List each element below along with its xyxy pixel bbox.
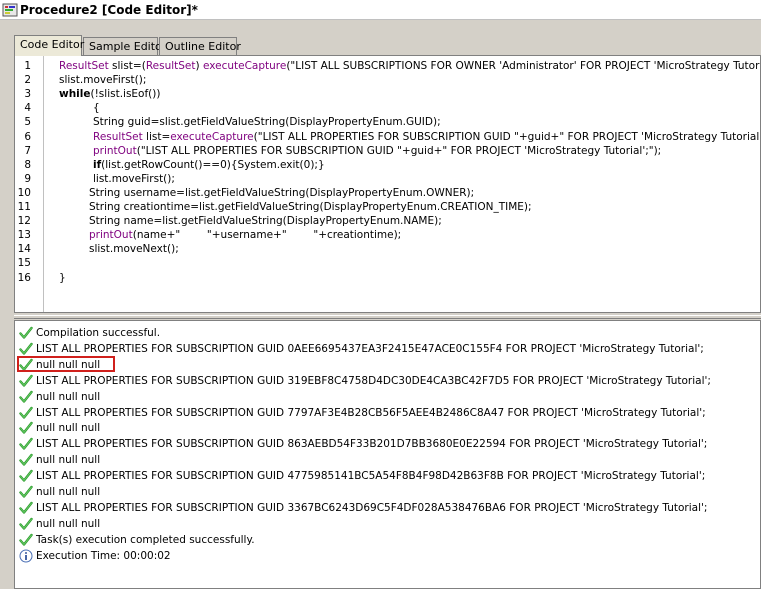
tab-sample-editor[interactable]: Sample Editor: [83, 37, 166, 55]
line-number: 6: [24, 130, 31, 143]
code-line[interactable]: list.moveFirst();: [93, 172, 175, 186]
output-text: null null null: [36, 517, 101, 530]
title-bar: Procedure2 [Code Editor]*: [0, 0, 761, 20]
line-number: 7: [24, 144, 31, 157]
check-icon: [19, 501, 33, 515]
output-text: LIST ALL PROPERTIES FOR SUBSCRIPTION GUI…: [36, 406, 706, 419]
code-line[interactable]: slist.moveFirst();: [59, 73, 146, 87]
code-line[interactable]: String guid=slist.getFieldValueString(Di…: [93, 115, 441, 129]
line-number: 1: [24, 60, 31, 72]
code-line[interactable]: }: [59, 271, 66, 285]
check-icon: [19, 374, 33, 388]
check-icon: [19, 469, 33, 483]
code-line[interactable]: ResultSet slist=(ResultSet) executeCaptu…: [59, 59, 760, 73]
line-number: 10: [17, 186, 31, 199]
code-editor-app-icon: [2, 2, 18, 18]
check-icon: [19, 437, 33, 451]
check-icon: [19, 342, 33, 356]
output-text: null null null: [36, 454, 101, 467]
output-text: LIST ALL PROPERTIES FOR SUBSCRIPTION GUI…: [36, 438, 708, 451]
output-text: LIST ALL PROPERTIES FOR SUBSCRIPTION GUI…: [36, 470, 706, 483]
check-icon: [19, 326, 33, 340]
output-text: Compilation successful.: [36, 327, 161, 339]
code-line[interactable]: printOut("LIST ALL PROPERTIES FOR SUBSCR…: [93, 144, 661, 158]
code-line[interactable]: {: [93, 101, 100, 115]
code-line[interactable]: if(list.getRowCount()==0){System.exit(0)…: [93, 158, 325, 172]
output-text: LIST ALL PROPERTIES FOR SUBSCRIPTION GUI…: [36, 501, 708, 514]
check-icon: [19, 421, 33, 435]
output-text: Execution Time: 00:00:02: [36, 549, 171, 562]
line-number: 5: [24, 116, 31, 129]
info-icon: [19, 549, 33, 563]
line-number: 2: [24, 74, 31, 87]
line-number-gutter: 1 2 3 4 5 6 7 8 9 10 11 12 13 14 15 16: [15, 56, 43, 312]
code-editor-pane[interactable]: 1 2 3 4 5 6 7 8 9 10 11 12 13 14 15 16 ResultSet slist=…: [14, 55, 761, 313]
highlight-box: [17, 355, 115, 372]
code-line[interactable]: while(!slist.isEof()): [59, 87, 160, 101]
line-number: 16: [17, 271, 31, 284]
line-number: 4: [24, 102, 31, 115]
pane-splitter[interactable]: [14, 315, 761, 319]
line-number: 13: [17, 229, 31, 242]
line-number: 9: [24, 172, 31, 185]
line-number: 11: [17, 201, 31, 213]
output-text: LIST ALL PROPERTIES FOR SUBSCRIPTION GUI…: [36, 342, 704, 355]
code-area[interactable]: ResultSet slist=(ResultSet) executeCaptu…: [45, 56, 760, 312]
line-number: 8: [24, 158, 31, 171]
output-text: LIST ALL PROPERTIES FOR SUBSCRIPTION GUI…: [36, 374, 711, 387]
window-title: Procedure2 [Code Editor]*: [20, 3, 198, 17]
code-line[interactable]: String creationtime=list.getFieldValueSt…: [89, 200, 532, 214]
line-number: 14: [17, 243, 31, 256]
check-icon: [19, 406, 33, 420]
code-line[interactable]: String username=list.getFieldValueString…: [89, 186, 474, 200]
tab-code-editor[interactable]: Code Editor: [14, 35, 84, 56]
tab-outline-editor[interactable]: Outline Editor: [159, 37, 241, 55]
check-icon: [19, 517, 33, 531]
code-line[interactable]: String name=list.getFieldValueString(Dis…: [89, 214, 442, 228]
output-text: null null null: [36, 486, 101, 498]
output-text: null null null: [36, 422, 101, 435]
line-number: 12: [17, 215, 31, 228]
code-line[interactable]: slist.moveNext();: [89, 242, 179, 256]
check-icon: [19, 485, 33, 499]
line-number: 15: [17, 257, 31, 270]
output-text: Task(s) execution completed successfully…: [36, 533, 255, 546]
code-line[interactable]: printOut(name+" "+username+" "+creationt…: [89, 228, 401, 242]
code-line[interactable]: ResultSet list=executeCapture("LIST ALL …: [93, 130, 760, 144]
check-icon: [19, 453, 33, 467]
check-icon: [19, 533, 33, 547]
output-pane[interactable]: Compilation successful. LIST ALL PROPERTI…: [14, 320, 761, 589]
gutter-divider: [43, 56, 44, 312]
editor-frame: Code Editor Sample Editor Outline Editor…: [10, 27, 761, 589]
line-number: 3: [24, 88, 31, 101]
check-icon: [19, 390, 33, 404]
output-text: null null null: [36, 390, 101, 403]
